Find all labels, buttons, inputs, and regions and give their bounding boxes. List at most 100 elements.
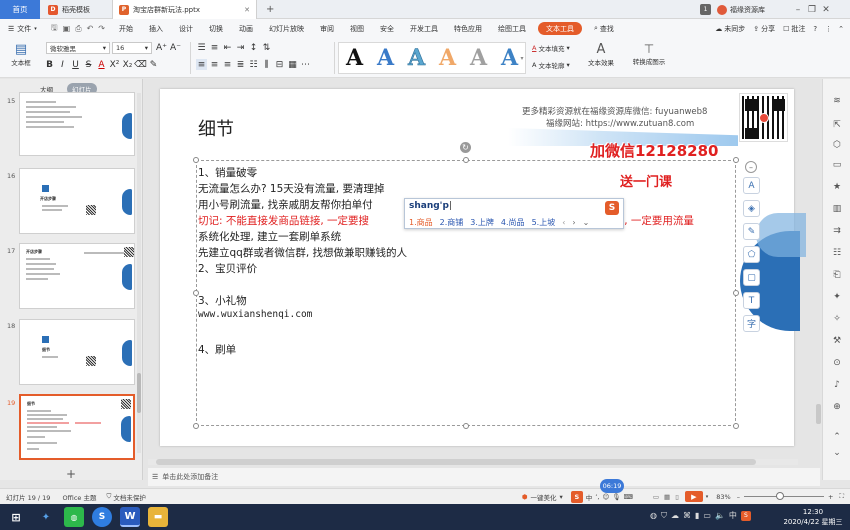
- normal-view-icon[interactable]: ▭: [653, 493, 659, 501]
- help-icon[interactable]: ?: [809, 19, 821, 38]
- justify-icon[interactable]: ≣: [235, 59, 246, 70]
- font-select[interactable]: 微软雅黑 ▾: [46, 42, 110, 54]
- minimize-icon[interactable]: –: [791, 0, 805, 19]
- canvas-scroll-thumb[interactable]: [816, 404, 821, 424]
- align-left-icon[interactable]: ≡: [196, 59, 207, 70]
- search-button[interactable]: ⌕ 查找: [586, 19, 622, 38]
- tab-document[interactable]: P 淘宝店群新玩法.pptx ✕: [112, 0, 257, 19]
- sorter-view-icon[interactable]: ▦: [664, 493, 670, 501]
- print-icon[interactable]: ⎙: [75, 24, 81, 34]
- ime-expand-icon[interactable]: ⌄: [583, 218, 590, 227]
- indent-decrease-icon[interactable]: ⇤: [222, 42, 233, 53]
- body-line-4-tail[interactable]: !, 一定要用流量: [620, 213, 694, 228]
- animation-panel-icon[interactable]: ★: [831, 181, 843, 193]
- indent-increase-icon[interactable]: ⇥: [235, 42, 246, 53]
- slide-thumbnail-17[interactable]: 开店步骤: [19, 243, 135, 309]
- italic-icon[interactable]: I: [57, 59, 68, 70]
- print-preview-icon[interactable]: ▣: [63, 24, 71, 33]
- new-tab-button[interactable]: +: [266, 0, 274, 19]
- strikethrough-icon[interactable]: S: [83, 59, 94, 70]
- bullet-list-icon[interactable]: ☰: [196, 42, 207, 53]
- menu-drawing-tools[interactable]: 绘图工具: [490, 19, 534, 38]
- style-panel-icon[interactable]: ≋: [831, 95, 843, 107]
- protect-status[interactable]: ⛉ 文档未保护: [106, 492, 145, 502]
- slide-thumbnail-16[interactable]: 开店步骤: [19, 168, 135, 234]
- tray-battery-icon[interactable]: ▮: [695, 511, 699, 520]
- template-panel-icon[interactable]: ▥: [831, 203, 843, 215]
- close-window-icon[interactable]: ✕: [819, 0, 833, 19]
- tool-panel-icon[interactable]: ⚒: [831, 335, 843, 347]
- rotate-handle-icon[interactable]: ↻: [460, 142, 471, 153]
- sync-button[interactable]: ☁ 未同步: [711, 19, 749, 38]
- speaker-panel-icon[interactable]: ♪: [831, 379, 843, 391]
- sogou-browser-icon[interactable]: S: [92, 507, 112, 527]
- menu-transition[interactable]: 切换: [201, 19, 231, 38]
- zoom-in-icon[interactable]: +: [828, 493, 833, 501]
- text-style-float-icon[interactable]: A: [743, 177, 760, 194]
- play-options-icon[interactable]: ▾: [706, 494, 709, 500]
- slide[interactable]: 细节 更多精彩资源就在福缘资源库微信: fuyuanweb8 福缘网站: htt…: [160, 89, 806, 446]
- distribute-icon[interactable]: ☷: [248, 59, 259, 70]
- font-size-select[interactable]: 16 ▾: [112, 42, 152, 54]
- panel-scrollbar[interactable]: [137, 93, 141, 453]
- menu-special[interactable]: 特色应用: [446, 19, 490, 38]
- menu-design[interactable]: 设计: [171, 19, 201, 38]
- menu-insert[interactable]: 插入: [141, 19, 171, 38]
- undo-icon[interactable]: ↶: [87, 24, 94, 33]
- body-line-3[interactable]: 用小号刷流量, 找亲戚朋友帮你拍单付: [198, 197, 373, 212]
- numbered-list-icon[interactable]: ≡: [209, 42, 220, 53]
- text-direction-icon[interactable]: ⇅: [261, 42, 272, 53]
- vertical-align-icon[interactable]: ⊟: [274, 59, 285, 70]
- bookmark-icon[interactable]: ▭: [831, 159, 843, 171]
- border-float-icon[interactable]: ▢: [743, 269, 760, 286]
- effects-panel-icon[interactable]: ✦: [831, 291, 843, 303]
- menu-animation[interactable]: 动画: [231, 19, 261, 38]
- tray-lang[interactable]: 中: [729, 510, 737, 521]
- windows-start-icon[interactable]: ⊞: [6, 507, 26, 527]
- more-icon[interactable]: ⋮: [821, 19, 836, 38]
- sogou-tray-icon[interactable]: S: [570, 490, 583, 503]
- body-line-9[interactable]: 3、小礼物: [198, 293, 247, 308]
- properties-panel-icon[interactable]: ☷: [831, 247, 843, 259]
- textbox-button[interactable]: ▤ 文本框: [6, 42, 36, 67]
- restore-icon[interactable]: ❐: [805, 0, 819, 19]
- text-style-gray[interactable]: A: [465, 42, 492, 74]
- superscript-icon[interactable]: X²: [109, 59, 120, 70]
- ime-candidate-3[interactable]: 3.上牌: [470, 217, 494, 228]
- zoom-slider-thumb[interactable]: [775, 492, 784, 500]
- slide-thumbnail-19[interactable]: 细节: [19, 394, 135, 460]
- font-float-icon[interactable]: 字: [743, 315, 760, 332]
- keyboard-icon[interactable]: ⌨: [623, 493, 632, 501]
- zoom-level[interactable]: 83%: [716, 493, 730, 501]
- highlight-icon[interactable]: ✎: [148, 59, 159, 70]
- text-style-orange[interactable]: A: [434, 42, 461, 74]
- ime-mode[interactable]: 中: [586, 492, 593, 502]
- ime-candidate-2[interactable]: 2.商铺: [440, 217, 464, 228]
- pen-float-icon[interactable]: ✎: [743, 223, 760, 240]
- menu-file[interactable]: ☰ 文件 ▾: [0, 19, 45, 38]
- align-right-icon[interactable]: ≡: [222, 59, 233, 70]
- font-color-icon[interactable]: A: [96, 59, 107, 70]
- tab-home[interactable]: 首页: [0, 0, 40, 19]
- text-style-blue[interactable]: A: [372, 42, 399, 74]
- clear-format-icon[interactable]: ⌫: [134, 59, 147, 70]
- horizontal-scroll-thumb[interactable]: [156, 459, 756, 465]
- collapse-float-icon[interactable]: –: [745, 161, 757, 173]
- subscript-icon[interactable]: X₂: [122, 59, 133, 70]
- horizontal-scrollbar[interactable]: [148, 459, 798, 465]
- tray-shield-icon[interactable]: ⛉: [661, 511, 667, 521]
- reading-view-icon[interactable]: ▯: [675, 493, 679, 501]
- body-line-5[interactable]: 系统化处理, 建立一套刷单系统: [198, 229, 341, 244]
- gallery-scroll-icon[interactable]: ▾: [518, 42, 526, 74]
- magic-panel-icon[interactable]: ✧: [831, 313, 843, 325]
- wps-word-icon[interactable]: W: [120, 507, 140, 527]
- text-outline-button[interactable]: A 文本轮廓 ▾: [532, 60, 570, 70]
- tray-network-icon[interactable]: ⌘: [683, 511, 691, 520]
- transition-panel-icon[interactable]: ⇉: [831, 225, 843, 237]
- text-style-outline-blue[interactable]: A: [403, 42, 430, 74]
- clock[interactable]: 12:30 2020/4/22 星期三: [782, 507, 844, 527]
- layers-float-icon[interactable]: ◈: [743, 200, 760, 217]
- text-fill-button[interactable]: A 文本填充 ▾: [532, 43, 570, 53]
- share-button[interactable]: ⇪ 分享: [749, 19, 779, 38]
- menu-text-tools[interactable]: 文本工具: [538, 22, 582, 35]
